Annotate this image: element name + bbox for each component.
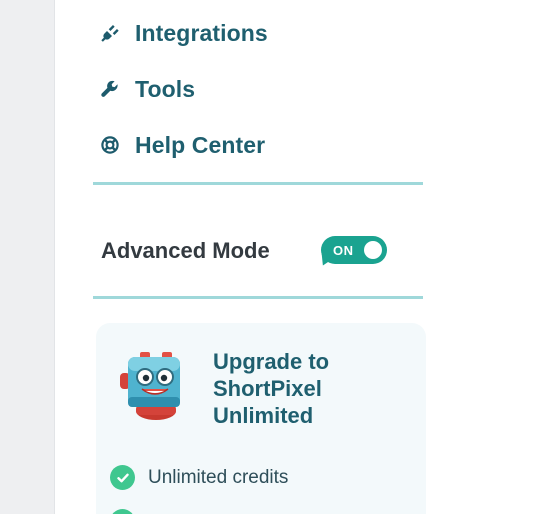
- menu-item-tools[interactable]: Tools: [100, 70, 422, 108]
- feature-text: Unlimited credits: [148, 466, 289, 488]
- menu-item-integrations[interactable]: Integrations: [100, 14, 422, 52]
- upgrade-title-line: Unlimited: [213, 403, 314, 428]
- menu-item-label: Help Center: [135, 131, 266, 158]
- sidebar-menu: Integrations Tools Help Center: [100, 14, 422, 182]
- advanced-mode-label: Advanced Mode: [101, 238, 270, 263]
- divider: [93, 296, 423, 299]
- toggle-tail: [317, 253, 333, 269]
- menu-item-label: Tools: [135, 75, 196, 102]
- menu-item-label: Integrations: [135, 19, 268, 46]
- upgrade-title-line: ShortPixel: [213, 376, 322, 401]
- plug-icon: [100, 22, 122, 44]
- toggle-knob: [364, 241, 382, 259]
- robot-mascot-icon: [118, 349, 190, 423]
- toggle-state-text: ON: [333, 242, 354, 258]
- settings-page: Integrations Tools Help Center Advanced …: [0, 0, 546, 514]
- advanced-mode-toggle[interactable]: ON: [317, 236, 387, 269]
- menu-item-help-center[interactable]: Help Center: [100, 126, 422, 164]
- lifebuoy-icon: [100, 134, 122, 156]
- upgrade-title-line: Upgrade to: [213, 349, 330, 374]
- advanced-mode-row: Advanced Mode ON: [101, 232, 401, 270]
- upgrade-title: Upgrade to ShortPixel Unlimited: [213, 348, 413, 429]
- upgrade-card: Upgrade to ShortPixel Unlimited Unlimite…: [96, 323, 426, 514]
- left-gutter: [0, 0, 55, 514]
- feature-item: Unlimited credits: [110, 465, 288, 490]
- feature-item: [110, 509, 148, 514]
- divider: [93, 182, 423, 185]
- check-icon: [110, 509, 135, 514]
- wrench-icon: [100, 78, 122, 100]
- check-icon: [110, 465, 135, 490]
